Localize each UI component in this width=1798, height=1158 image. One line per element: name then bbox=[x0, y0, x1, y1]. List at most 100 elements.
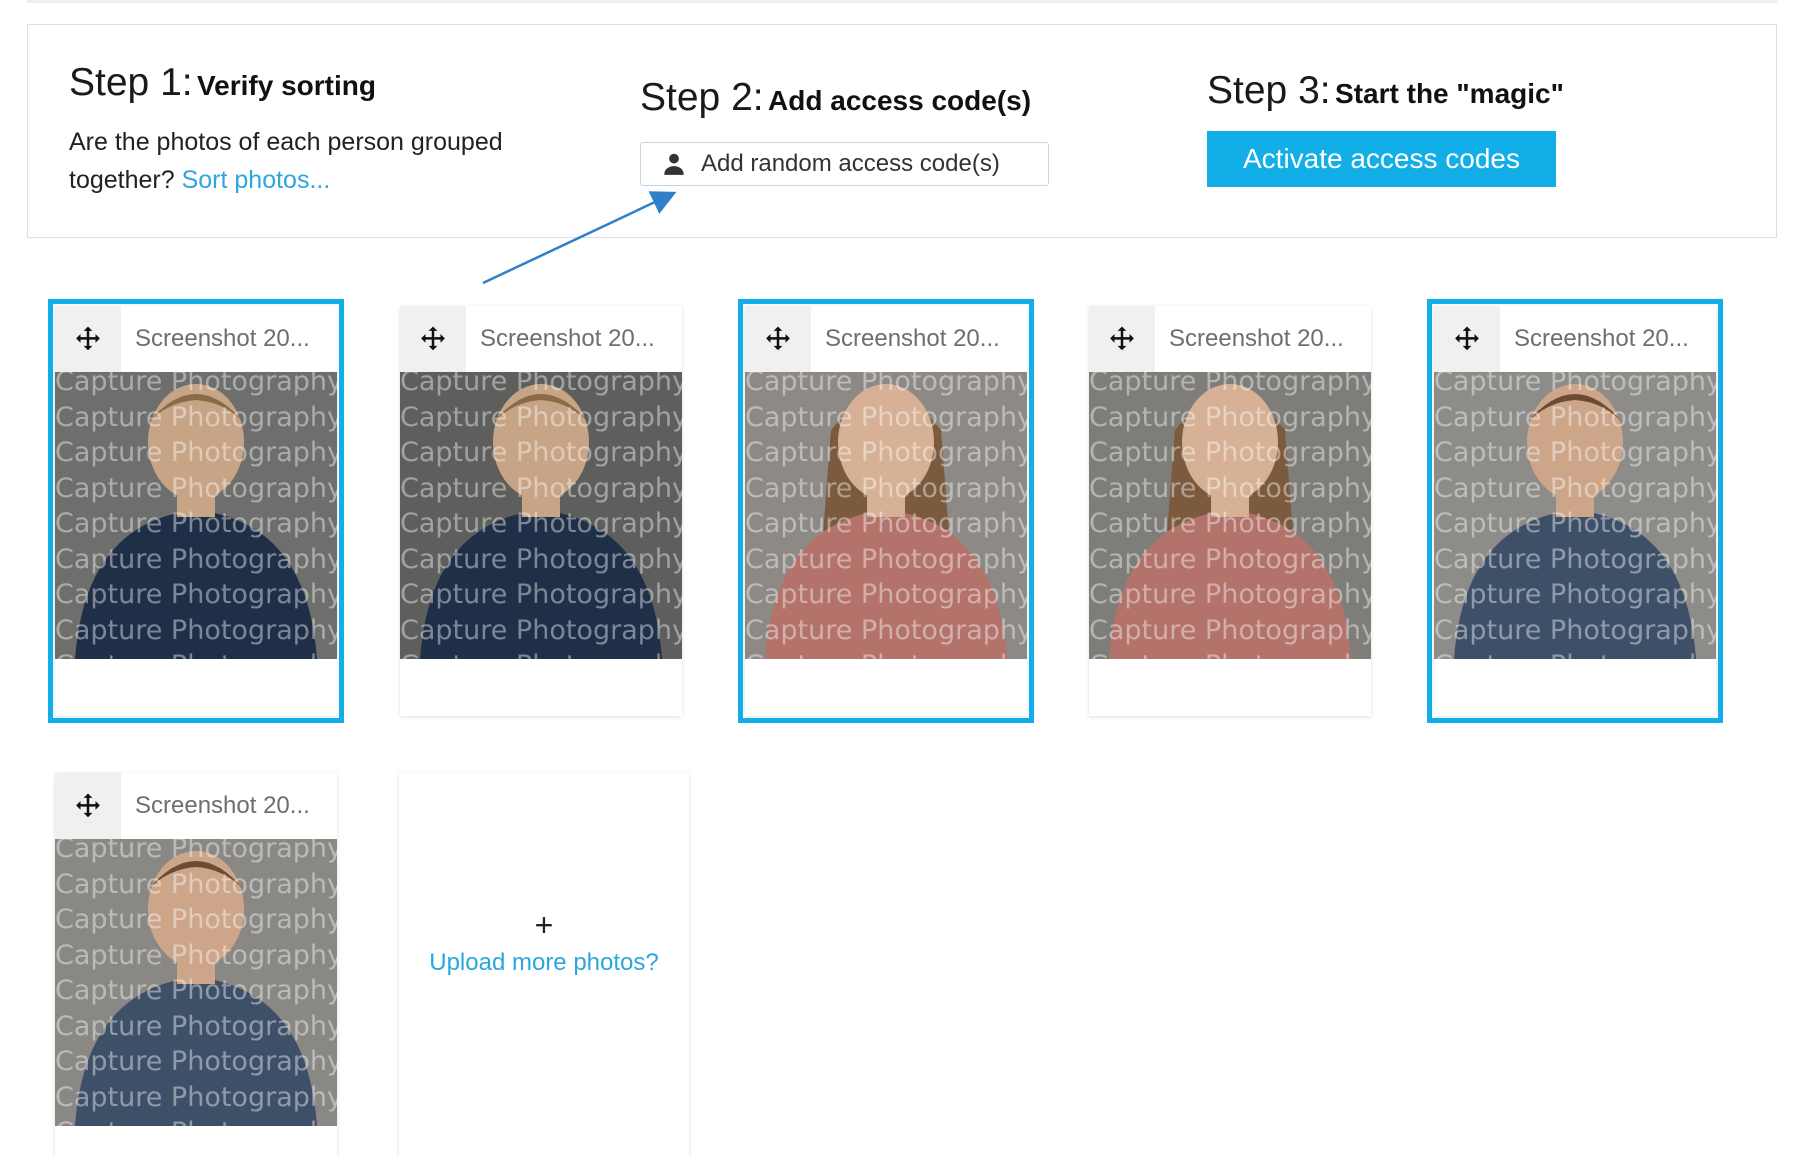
watermark-text: Capture Photography bbox=[745, 579, 1027, 610]
watermark-overlay: Capture Photography Capture Photography Ca… bbox=[55, 839, 337, 1126]
watermark-text: Capture Photography bbox=[1434, 401, 1716, 433]
photo-thumbnail: Capture Photography Capture Photography Ca… bbox=[400, 372, 682, 659]
watermark-text: Capture Photography bbox=[1434, 579, 1716, 610]
move-handle[interactable] bbox=[1434, 306, 1500, 372]
watermark-text: Capture Photography bbox=[55, 1046, 337, 1077]
watermark-text: Capture Photography bbox=[400, 543, 682, 575]
watermark-text: Capture Photography bbox=[745, 508, 1027, 539]
watermark-text: Capture Photography bbox=[745, 437, 1027, 468]
watermark-text: Capture Photography bbox=[745, 648, 1027, 659]
step-1: Step 1: Verify sorting Are the photos of… bbox=[69, 61, 569, 199]
watermark-overlay: Capture Photography Capture Photography Ca… bbox=[400, 372, 682, 659]
watermark-text: Capture Photography bbox=[55, 975, 337, 1006]
user-icon bbox=[664, 153, 684, 175]
photo-card-header: Screenshot 20... bbox=[1089, 306, 1371, 372]
move-handle[interactable] bbox=[400, 306, 466, 372]
watermark-text: Capture Photography bbox=[1089, 543, 1371, 575]
watermark-text: Capture Photography bbox=[55, 904, 337, 935]
photo-card-header: Screenshot 20... bbox=[745, 306, 1027, 372]
watermark-text: Capture Photography bbox=[1089, 579, 1371, 610]
watermark-overlay: Capture Photography Capture Photography Ca… bbox=[1089, 372, 1371, 659]
watermark-text: Capture Photography bbox=[1089, 508, 1371, 539]
watermark-text: Capture Photography bbox=[55, 648, 337, 659]
watermark-text: Capture Photography bbox=[1434, 648, 1716, 659]
photo-filename: Screenshot 20... bbox=[1514, 325, 1689, 352]
watermark-text: Capture Photography bbox=[1089, 648, 1371, 659]
photo-thumbnail: Capture Photography Capture Photography Ca… bbox=[745, 372, 1027, 659]
watermark-text: Capture Photography bbox=[1089, 472, 1371, 504]
watermark-text: Capture Photography bbox=[55, 839, 337, 864]
step-3-heading: Step 3: Start the "magic" bbox=[1207, 69, 1707, 113]
photo-card-header: Screenshot 20... bbox=[55, 306, 337, 372]
watermark-text: Capture Photography bbox=[1434, 437, 1716, 468]
step-2-title: Add access code(s) bbox=[768, 85, 1032, 116]
step-2-number: Step 2: bbox=[640, 76, 764, 119]
watermark-text: Capture Photography bbox=[55, 508, 337, 539]
upload-more-card[interactable]: + Upload more photos? bbox=[399, 773, 689, 1158]
move-icon bbox=[421, 326, 445, 351]
photo-filename: Screenshot 20... bbox=[135, 325, 310, 352]
move-handle[interactable] bbox=[1089, 306, 1155, 372]
watermark-text: Capture Photography bbox=[55, 579, 337, 610]
step-1-number: Step 1: bbox=[69, 61, 193, 104]
watermark-text: Capture Photography bbox=[55, 401, 337, 433]
photo-card-header: Screenshot 20... bbox=[400, 306, 682, 372]
watermark-text: Capture Photography bbox=[400, 472, 682, 504]
step-3-number: Step 3: bbox=[1207, 69, 1331, 112]
watermark-text: Capture Photography bbox=[400, 401, 682, 433]
watermark-text: Capture Photography bbox=[400, 437, 682, 468]
watermark-overlay: Capture Photography Capture Photography Ca… bbox=[1434, 372, 1716, 659]
photo-thumbnail: Capture Photography Capture Photography Ca… bbox=[55, 372, 337, 659]
watermark-text: Capture Photography bbox=[1434, 508, 1716, 539]
photo-card[interactable]: Screenshot 20... Capture Photography Captu… bbox=[738, 299, 1034, 723]
watermark-text: Capture Photography bbox=[745, 543, 1027, 575]
photo-card[interactable]: Screenshot 20... Capture Photography Captu… bbox=[1089, 306, 1371, 716]
watermark-text: Capture Photography bbox=[1089, 401, 1371, 433]
photo-thumbnail: Capture Photography Capture Photography Ca… bbox=[1434, 372, 1716, 659]
photo-filename: Screenshot 20... bbox=[135, 792, 310, 819]
watermark-text: Capture Photography bbox=[745, 372, 1027, 397]
photo-card[interactable]: Screenshot 20... Capture Photography Captu… bbox=[400, 306, 682, 716]
photo-thumbnail: Capture Photography Capture Photography Ca… bbox=[55, 839, 337, 1126]
sort-photos-link[interactable]: Sort photos... bbox=[182, 166, 331, 194]
watermark-text: Capture Photography bbox=[400, 579, 682, 610]
photo-card[interactable]: Screenshot 20... Capture Photography Captu… bbox=[48, 299, 344, 723]
watermark-text: Capture Photography bbox=[1434, 543, 1716, 575]
move-handle[interactable] bbox=[55, 306, 121, 372]
watermark-text: Capture Photography bbox=[1434, 472, 1716, 504]
photo-card[interactable]: Screenshot 20... Capture Photography Captu… bbox=[55, 773, 337, 1158]
plus-icon: + bbox=[534, 907, 554, 943]
watermark-text: Capture Photography bbox=[1089, 614, 1371, 646]
watermark-text: Capture Photography bbox=[55, 868, 337, 900]
step-1-title: Verify sorting bbox=[197, 70, 376, 101]
photo-filename: Screenshot 20... bbox=[480, 325, 655, 352]
watermark-text: Capture Photography bbox=[55, 372, 337, 397]
photo-card-header: Screenshot 20... bbox=[55, 773, 337, 839]
watermark-text: Capture Photography bbox=[1089, 437, 1371, 468]
watermark-text: Capture Photography bbox=[400, 614, 682, 646]
watermark-text: Capture Photography bbox=[1089, 372, 1371, 397]
move-icon bbox=[1455, 326, 1479, 351]
watermark-text: Capture Photography bbox=[55, 939, 337, 971]
watermark-text: Capture Photography bbox=[55, 614, 337, 646]
watermark-text: Capture Photography bbox=[55, 1010, 337, 1042]
move-handle[interactable] bbox=[745, 306, 811, 372]
steps-panel: Step 1: Verify sorting Are the photos of… bbox=[27, 24, 1777, 238]
watermark-text: Capture Photography bbox=[400, 372, 682, 397]
watermark-overlay: Capture Photography Capture Photography Ca… bbox=[745, 372, 1027, 659]
move-icon bbox=[76, 793, 100, 818]
move-icon bbox=[1110, 326, 1134, 351]
activate-access-codes-button[interactable]: Activate access codes bbox=[1207, 130, 1556, 187]
step-2: Step 2: Add access code(s) Add random ac… bbox=[640, 76, 1200, 186]
move-handle[interactable] bbox=[55, 773, 121, 839]
watermark-overlay: Capture Photography Capture Photography Ca… bbox=[55, 372, 337, 659]
move-icon bbox=[76, 326, 100, 351]
watermark-text: Capture Photography bbox=[400, 648, 682, 659]
add-access-code-button[interactable]: Add random access code(s) bbox=[640, 141, 1049, 186]
photo-card[interactable]: Screenshot 20... Capture Photography Captu… bbox=[1427, 299, 1723, 723]
add-access-code-label: Add random access code(s) bbox=[701, 149, 1000, 177]
watermark-text: Capture Photography bbox=[745, 401, 1027, 433]
move-icon bbox=[766, 326, 790, 351]
watermark-text: Capture Photography bbox=[55, 1081, 337, 1113]
upload-more-link[interactable]: Upload more photos? bbox=[429, 949, 658, 977]
